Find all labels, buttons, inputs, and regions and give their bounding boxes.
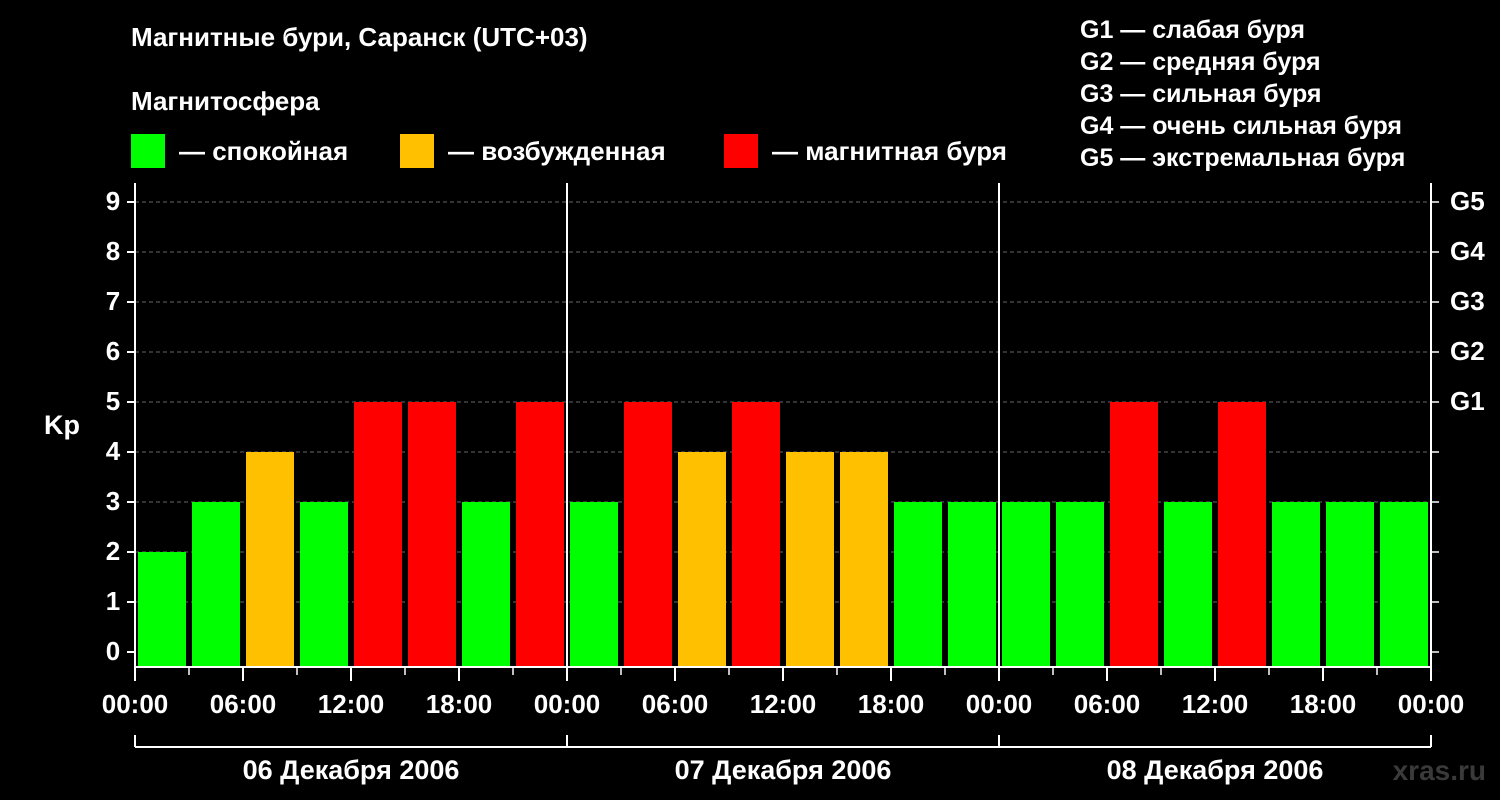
y-tick-label: 7 [106,286,120,316]
x-tick-label: 00:00 [1398,689,1465,719]
kp-bar [1002,502,1050,667]
y-tick-label: 1 [106,586,120,616]
kp-bar [624,402,672,667]
g-scale-label: G2 [1450,336,1485,366]
x-tick-label: 12:00 [1182,689,1249,719]
y-tick-label: 6 [106,336,120,366]
y-tick-label: 2 [106,536,120,566]
y-tick-label: 5 [106,386,120,416]
kp-bar [138,552,186,667]
x-tick-label: 06:00 [1074,689,1141,719]
g-scale-label: G5 [1450,186,1485,216]
y-axis-label: Kp [44,410,80,440]
kp-bar [1110,402,1158,667]
x-tick-label: 00:00 [966,689,1033,719]
x-tick-label: 18:00 [858,689,925,719]
day-label: 08 Декабря 2006 [1107,755,1324,785]
watermark: xras.ru [1392,755,1486,786]
y-tick-label: 8 [106,236,120,266]
kp-bar-chart: 0 1 2 3 4 5 6 7 8 9 Kp G1 G2 G3 G4 G5 00:00 06:00 12:00 18:… [44,183,1485,785]
kp-bar [408,402,456,667]
kp-bar [1380,502,1428,667]
x-tick-label: 06:00 [210,689,277,719]
g-scale-label: G3 [1450,286,1485,316]
kp-bar [786,452,834,667]
x-tick-label: 18:00 [426,689,493,719]
kp-bar [732,402,780,667]
kp-bar [1056,502,1104,667]
day-label: 07 Декабря 2006 [675,755,892,785]
kp-bar [1218,402,1266,667]
x-tick-label: 18:00 [1290,689,1357,719]
kp-bar [462,502,510,667]
kp-bar [894,502,942,667]
x-tick-label: 12:00 [318,689,385,719]
day-label: 06 Декабря 2006 [243,755,460,785]
kp-bar [678,452,726,667]
x-tick-label: 12:00 [750,689,817,719]
kp-bar [1326,502,1374,667]
y-tick-label: 0 [106,636,120,666]
kp-bar [192,502,240,667]
y-tick-label: 4 [106,436,121,466]
kp-bar [570,502,618,667]
kp-bar [1272,502,1320,667]
x-tick-label: 00:00 [102,689,169,719]
kp-bar [246,452,294,667]
x-tick-label: 06:00 [642,689,709,719]
kp-bar [516,402,564,667]
g-scale-label: G4 [1450,236,1485,266]
x-tick-label: 00:00 [534,689,601,719]
kp-bar [840,452,888,667]
kp-bar [354,402,402,667]
y-tick-label: 9 [106,186,120,216]
kp-bar [300,502,348,667]
g-scale-label: G1 [1450,386,1485,416]
kp-bar [948,502,996,667]
y-tick-label: 3 [106,486,120,516]
kp-bar [1164,502,1212,667]
